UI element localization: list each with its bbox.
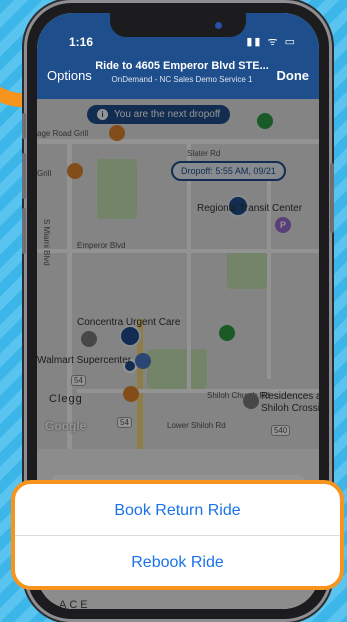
volume-down-button [22, 208, 26, 254]
parking-text: P [279, 220, 286, 230]
map-label: Walmart Supercenter [37, 355, 132, 366]
shopping-cart-icon[interactable] [135, 353, 151, 369]
book-return-ride-button[interactable]: Book Return Ride [15, 484, 340, 535]
green-place-pin-icon[interactable] [257, 113, 273, 129]
status-time: 1:16 [69, 35, 94, 49]
dropoff-label-text: Dropoff: 5:55 AM, 09/21 [181, 166, 276, 176]
volume-up-button [22, 153, 26, 199]
map-park [147, 349, 207, 389]
ride-subtitle: OnDemand - NC Sales Demo Service 1 [111, 75, 253, 84]
ride-title: Ride to 4605 Emperor Blvd STE... [95, 60, 269, 72]
route-shield: 540 [271, 425, 291, 436]
google-logo: Google [45, 419, 87, 433]
rebook-ride-button[interactable]: Rebook Ride [15, 536, 340, 586]
restaurant-pin-icon[interactable] [123, 386, 139, 402]
medical-pin-icon[interactable] [81, 331, 97, 347]
map-label: Shiloh Crossing [261, 403, 319, 414]
action-sheet: Book Return Ride Rebook Ride [11, 480, 344, 590]
done-button[interactable]: Done [277, 68, 310, 83]
notch [110, 13, 246, 37]
nav-bar: Options Ride to 4605 Emperor Blvd STE...… [37, 53, 319, 99]
map-park [97, 159, 137, 219]
next-dropoff-text: You are the next dropoff [114, 109, 221, 120]
vehicle-location-icon[interactable] [119, 325, 141, 347]
mute-switch [22, 113, 26, 139]
restaurant-pin-icon[interactable] [67, 163, 83, 179]
map-park [227, 249, 267, 289]
map-label: Emperor Blvd [77, 241, 126, 250]
parking-icon: P [275, 217, 291, 233]
options-button[interactable]: Options [47, 68, 92, 83]
next-dropoff-banner: i You are the next dropoff [87, 105, 231, 124]
route-shield: 54 [117, 417, 132, 428]
map-label: age Road Grill [37, 129, 89, 138]
map-label: Grill [37, 169, 52, 178]
power-button [330, 163, 334, 233]
map-view[interactable]: i You are the next dropoff age Road Grill… [37, 99, 319, 449]
info-icon: i [97, 109, 108, 120]
map-road [37, 139, 319, 144]
status-icons: ▮▮ ᯤ ▭ [246, 36, 297, 48]
green-place-pin-icon[interactable] [219, 325, 235, 341]
map-label: Slater Rd [187, 149, 221, 158]
route-shield: 54 [71, 375, 86, 386]
camera-icon [215, 22, 222, 29]
map-label: Regional Transit Center [197, 203, 303, 214]
map-label: Residences at [261, 391, 319, 402]
map-label: Clegg [49, 393, 83, 405]
dropoff-marker-label[interactable]: Dropoff: 5:55 AM, 09/21 [171, 161, 286, 181]
residence-pin-icon[interactable] [243, 393, 259, 409]
map-label: Lower Shiloh Rd [167, 421, 226, 430]
restaurant-pin-icon[interactable] [109, 125, 125, 141]
bottom-text: ACE [59, 599, 91, 609]
map-label: S Miami Blvd [42, 219, 51, 266]
